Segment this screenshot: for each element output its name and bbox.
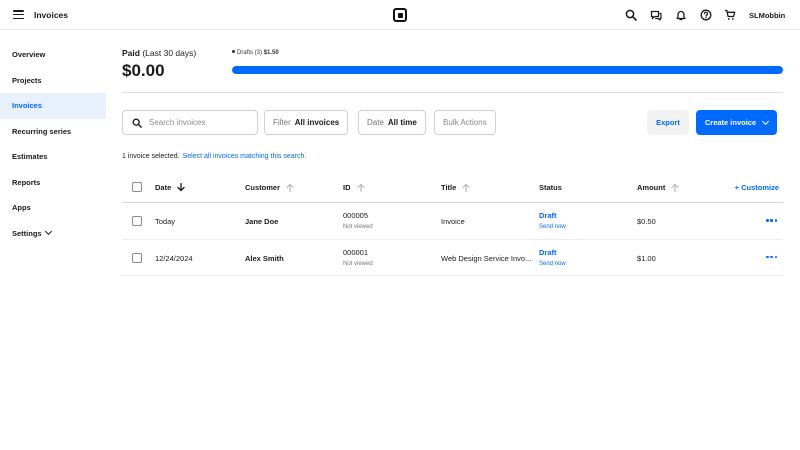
sidebar-item-label: Invoices bbox=[12, 101, 43, 111]
sidebar-item-overview[interactable]: Overview bbox=[0, 42, 106, 68]
sidebar-item-reports[interactable]: Reports bbox=[0, 170, 106, 196]
cart-icon[interactable] bbox=[724, 9, 736, 21]
send-now-link[interactable]: Send now bbox=[539, 224, 566, 230]
paid-period: (Last 30 days) bbox=[142, 48, 197, 58]
selection-note: 1 invoice selected. Select all invoices m… bbox=[122, 153, 307, 160]
search-input[interactable] bbox=[149, 118, 249, 127]
paid-label: Paid (Last 30 days) bbox=[122, 48, 197, 58]
arrow-up-icon bbox=[671, 183, 680, 192]
sidebar-item-invoices[interactable]: Invoices bbox=[0, 93, 106, 119]
sidebar-item-estimates[interactable]: Estimates bbox=[0, 144, 106, 170]
status-draft-link[interactable]: Draft bbox=[539, 211, 557, 220]
sidebar-item-label: Recurring series bbox=[12, 126, 72, 136]
filter-label: Filter bbox=[273, 118, 291, 127]
sidebar-item-label: Settings bbox=[12, 228, 42, 238]
row-title: Invoice bbox=[441, 217, 465, 226]
row-date: 12/24/2024 bbox=[155, 253, 193, 263]
filter-value: All invoices bbox=[294, 118, 340, 127]
create-invoice-label: Create invoice bbox=[704, 118, 757, 127]
row-view-status: Not viewed bbox=[343, 260, 373, 267]
column-header-status: Status bbox=[539, 183, 562, 192]
select-all-checkbox[interactable] bbox=[132, 182, 142, 192]
row-amount: $0.50 bbox=[637, 217, 656, 226]
column-header-date[interactable]: Date bbox=[155, 182, 186, 192]
row-title: Web Design Service Invo... bbox=[441, 253, 532, 263]
drafts-progress-fill bbox=[232, 66, 783, 74]
search-icon bbox=[132, 118, 142, 128]
arrow-down-icon bbox=[177, 182, 186, 191]
date-dropdown[interactable]: Date All time bbox=[358, 110, 426, 135]
customize-columns-link[interactable]: + Customize bbox=[735, 183, 779, 192]
row-amount: $1.00 bbox=[637, 253, 656, 263]
app-title: Invoices bbox=[34, 10, 69, 20]
invoice-table: Date Customer ID Title Status Amount + C… bbox=[122, 172, 783, 276]
sidebar: Overview Projects Invoices Recurring ser… bbox=[0, 30, 106, 246]
sidebar-item-label: Overview bbox=[12, 50, 46, 60]
sidebar-item-label: Estimates bbox=[12, 152, 48, 162]
date-value: All time bbox=[387, 118, 417, 127]
sidebar-item-label: Apps bbox=[12, 203, 31, 213]
row-date: Today bbox=[155, 217, 176, 226]
row-customer: Jane Doe bbox=[245, 217, 279, 226]
more-options-icon[interactable] bbox=[766, 255, 777, 258]
column-header-amount[interactable]: Amount bbox=[637, 183, 680, 192]
sidebar-item-settings[interactable]: Settings bbox=[0, 221, 106, 247]
sidebar-item-label: Projects bbox=[12, 75, 42, 85]
search-box[interactable] bbox=[122, 110, 258, 135]
top-bar: Invoices SLMobbin bbox=[0, 0, 800, 30]
column-header-customer[interactable]: Customer bbox=[245, 183, 294, 192]
export-button[interactable]: Export bbox=[647, 110, 689, 135]
chevron-down-icon bbox=[762, 117, 770, 125]
arrow-up-icon bbox=[462, 183, 470, 192]
more-options-icon[interactable] bbox=[766, 219, 777, 222]
user-menu[interactable]: SLMobbin bbox=[749, 11, 785, 20]
send-now-link[interactable]: Send now bbox=[539, 261, 566, 267]
column-header-title[interactable]: Title bbox=[441, 183, 470, 192]
square-logo-icon[interactable] bbox=[393, 8, 407, 22]
select-all-link[interactable]: Select all invoices matching this search… bbox=[183, 153, 307, 160]
row-checkbox[interactable] bbox=[132, 252, 142, 263]
bulk-actions-button[interactable]: Bulk Actions bbox=[434, 110, 496, 135]
row-checkbox[interactable] bbox=[132, 216, 142, 226]
filter-dropdown[interactable]: Filter All invoices bbox=[264, 110, 349, 135]
divider bbox=[122, 92, 783, 93]
status-draft-link[interactable]: Draft bbox=[539, 248, 557, 257]
row-id: 000001 Not viewed bbox=[343, 247, 373, 267]
chat-icon[interactable] bbox=[650, 9, 662, 21]
chevron-down-icon bbox=[44, 228, 52, 236]
create-invoice-button[interactable]: Create invoice bbox=[696, 110, 777, 135]
menu-icon[interactable] bbox=[13, 10, 24, 19]
drafts-legend: Drafts (3) $1.50 bbox=[232, 50, 279, 56]
date-label: Date bbox=[367, 118, 384, 127]
arrow-up-icon bbox=[356, 183, 365, 192]
drafts-amount: $1.50 bbox=[263, 50, 279, 56]
row-customer: Alex Smith bbox=[245, 253, 284, 263]
sidebar-item-recurring-series[interactable]: Recurring series bbox=[0, 119, 106, 145]
table-row[interactable]: 12/24/2024 Alex Smith 000001 Not viewed W… bbox=[122, 240, 783, 276]
row-id: 000005 Not viewed bbox=[343, 211, 373, 230]
drafts-progress-bar bbox=[232, 66, 783, 74]
paid-amount: $0.00 bbox=[122, 61, 165, 80]
row-status: Draft Send now bbox=[539, 211, 566, 230]
row-view-status: Not viewed bbox=[343, 224, 373, 230]
search-icon[interactable] bbox=[625, 9, 637, 21]
column-header-id[interactable]: ID bbox=[343, 183, 365, 192]
row-status: Draft Send now bbox=[539, 248, 566, 267]
sidebar-item-projects[interactable]: Projects bbox=[0, 68, 106, 94]
arrow-up-icon bbox=[286, 183, 294, 192]
legend-dot-icon bbox=[232, 50, 235, 54]
bell-icon[interactable] bbox=[675, 9, 687, 21]
sidebar-item-label: Reports bbox=[12, 177, 41, 187]
table-row[interactable]: Today Jane Doe 000005 Not viewed Invoice … bbox=[122, 203, 783, 240]
help-icon[interactable] bbox=[700, 9, 712, 21]
sidebar-item-apps[interactable]: Apps bbox=[0, 195, 106, 221]
table-header: Date Customer ID Title Status Amount + C… bbox=[122, 172, 783, 203]
